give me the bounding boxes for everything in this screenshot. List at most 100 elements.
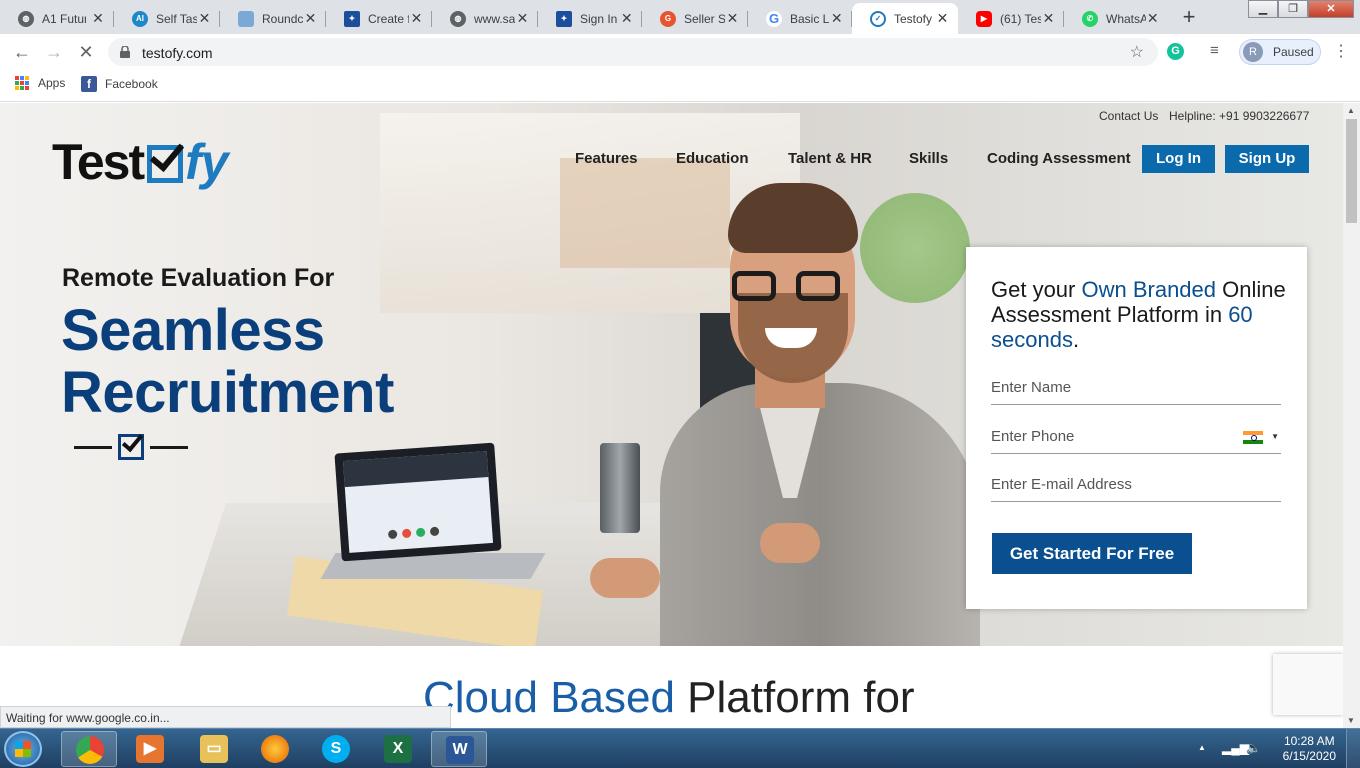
browser-tab[interactable]: ◍ A1 Futur ✕ (0, 3, 114, 34)
grammarly-extension-icon[interactable]: G (1167, 43, 1184, 60)
browser-tab[interactable]: G Seller S ✕ (642, 3, 748, 34)
windows-taskbar: ▶ ▭ S X W ▲ ▂▄▆ 🔈 10:28 AM 6/15/2020 (0, 728, 1360, 768)
close-tab-icon[interactable]: ✕ (409, 10, 424, 27)
youtube-icon: ▶ (976, 10, 992, 27)
close-tab-icon[interactable]: ✕ (725, 10, 740, 27)
browser-menu-icon[interactable]: ⋮ (1333, 41, 1349, 61)
chrome-icon (76, 736, 104, 764)
facebook-icon: f (81, 76, 97, 92)
scroll-up-icon[interactable]: ▲ (1347, 106, 1355, 115)
india-flag-icon[interactable] (1243, 431, 1263, 444)
taskbar-firefox[interactable] (247, 731, 303, 767)
taskbar-word[interactable]: W (431, 731, 487, 767)
bookmark-facebook[interactable]: f Facebook (81, 76, 158, 92)
profile-chip[interactable]: R Paused (1239, 39, 1321, 65)
bookmark-label: Facebook (105, 77, 158, 91)
tab-title: A1 Futur (42, 11, 86, 26)
phone-input[interactable] (991, 424, 1221, 445)
browser-tab[interactable]: ✦ Sign In ✕ (538, 3, 642, 34)
stop-loading-icon[interactable]: ✕ (74, 40, 98, 64)
tab-title: Testofy (894, 11, 933, 26)
close-tab-icon[interactable]: ✕ (197, 10, 212, 27)
nav-skills[interactable]: Skills (909, 150, 948, 167)
form-title: Get your Own Branded Online Assessment P… (991, 277, 1286, 352)
close-tab-icon[interactable]: ✕ (303, 10, 318, 27)
browser-tab[interactable]: AI Self Tas ✕ (114, 3, 220, 34)
bookmark-star-icon[interactable]: ☆ (1130, 42, 1144, 62)
browser-tab[interactable]: ✦ Create f ✕ (326, 3, 432, 34)
media-queue-icon[interactable]: ≡ (1210, 42, 1219, 59)
hero-tagline: Remote Evaluation For (62, 264, 335, 292)
roundcube-icon (238, 10, 254, 27)
browser-tab-strip: ◍ A1 Futur ✕ AI Self Tas ✕ Roundc ✕ ✦ Cr… (0, 0, 1360, 34)
browser-tab[interactable]: ◍ www.sa ✕ (432, 3, 538, 34)
taskbar-file-explorer[interactable]: ▭ (186, 731, 242, 767)
volume-icon[interactable]: 🔈 (1246, 741, 1261, 755)
close-tab-icon[interactable]: ✕ (620, 10, 634, 27)
back-arrow-icon[interactable]: ← (10, 40, 34, 64)
name-input[interactable] (991, 375, 1221, 396)
contact-us-link[interactable]: Contact Us (1099, 109, 1158, 123)
section-heading: Cloud Based Platform for (423, 673, 915, 722)
close-tab-icon[interactable]: ✕ (1041, 10, 1056, 27)
browser-tab-active[interactable]: ✓ Testofy ✕ (852, 3, 958, 34)
excel-icon: X (384, 735, 412, 763)
taskbar-media-player[interactable]: ▶ (122, 731, 178, 767)
browser-tab[interactable]: ✆ WhatsA ✕ (1064, 3, 1168, 34)
minimize-icon[interactable]: ▁ (1248, 0, 1278, 18)
hero-headline-line2: Recruitment (61, 360, 394, 425)
nav-features[interactable]: Features (575, 150, 638, 167)
show-desktop-button[interactable] (1346, 729, 1360, 768)
page-viewport: Contact Us Helpline: +91 9903226677 Test… (0, 103, 1343, 728)
scrollbar-thumb[interactable] (1346, 119, 1357, 223)
phone-field: ▼ (991, 424, 1281, 454)
nav-talent-hr[interactable]: Talent & HR (788, 150, 872, 167)
signup-button[interactable]: Sign Up (1225, 145, 1309, 173)
tab-title: Roundc (262, 11, 304, 26)
recaptcha-badge[interactable] (1273, 654, 1343, 715)
apps-grid-icon (15, 76, 29, 90)
avatar: R (1243, 42, 1263, 62)
close-tab-icon[interactable]: ✕ (935, 10, 950, 27)
address-bar[interactable]: testofy.com ☆ (108, 38, 1158, 66)
taskbar-clock[interactable]: 10:28 AM 6/15/2020 (1283, 734, 1336, 764)
file-explorer-icon: ▭ (200, 735, 228, 763)
tab-title: Create f (368, 11, 410, 26)
country-dropdown-caret-icon[interactable]: ▼ (1271, 432, 1279, 441)
tab-title: WhatsA (1106, 11, 1146, 26)
testofy-icon: ✓ (870, 10, 886, 27)
media-player-icon: ▶ (136, 735, 164, 763)
nav-education[interactable]: Education (676, 150, 749, 167)
system-tray: ▲ ▂▄▆ 🔈 10:28 AM 6/15/2020 (1190, 729, 1360, 768)
testofy-logo[interactable]: Test fy (52, 137, 229, 187)
tab-title: Seller S (684, 11, 726, 26)
maximize-icon[interactable]: ❐ (1278, 0, 1308, 18)
browser-tab[interactable]: G Basic Li ✕ (748, 3, 852, 34)
scroll-down-icon[interactable]: ▼ (1347, 716, 1355, 725)
hero-person-image (620, 183, 980, 646)
close-tab-icon[interactable]: ✕ (830, 10, 844, 27)
network-signal-icon[interactable]: ▂▄▆ (1222, 741, 1249, 755)
login-button[interactable]: Log In (1142, 145, 1215, 173)
show-hidden-icons-icon[interactable]: ▲ (1198, 743, 1206, 752)
logo-checkbox-icon (147, 145, 184, 183)
bookmark-apps[interactable]: Apps (15, 76, 65, 90)
taskbar-skype[interactable]: S (308, 731, 364, 767)
forward-arrow-icon[interactable]: → (42, 40, 66, 64)
page-scrollbar[interactable]: ▲ ▼ (1343, 103, 1360, 728)
get-started-button[interactable]: Get Started For Free (992, 533, 1192, 574)
browser-tab[interactable]: Roundc ✕ (220, 3, 326, 34)
url-text: testofy.com (142, 45, 213, 61)
taskbar-excel[interactable]: X (370, 731, 426, 767)
browser-tab[interactable]: ▶ (61) Tes ✕ (958, 3, 1064, 34)
start-button[interactable] (4, 731, 42, 767)
globe-icon: ◍ (450, 10, 466, 27)
email-input[interactable] (991, 472, 1221, 493)
new-tab-button[interactable]: + (1176, 6, 1202, 28)
close-tab-icon[interactable]: ✕ (1146, 10, 1160, 27)
close-window-icon[interactable]: ✕ (1308, 0, 1354, 18)
taskbar-chrome[interactable] (61, 731, 117, 767)
close-tab-icon[interactable]: ✕ (90, 10, 106, 27)
nav-coding-assessment[interactable]: Coding Assessment (987, 150, 1131, 167)
close-tab-icon[interactable]: ✕ (515, 10, 530, 27)
